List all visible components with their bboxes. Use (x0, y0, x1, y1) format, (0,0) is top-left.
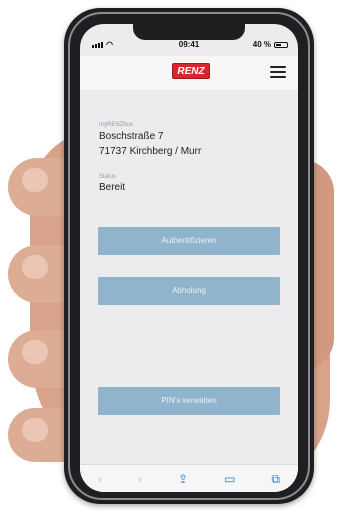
status-value: Bereit (99, 182, 126, 193)
phone-screen: ◠ 09:41 40 % RENZ myRENZbox Boschstraße … (80, 24, 298, 492)
forward-arrow-icon[interactable]: › (138, 472, 142, 486)
address-street: Boschstraße 7 (99, 131, 164, 142)
status-right: 40 % (253, 40, 288, 49)
back-arrow-icon[interactable]: ‹ (98, 472, 102, 486)
section-label: myRENZbox (99, 122, 134, 128)
renz-logo: RENZ (172, 63, 210, 79)
browser-toolbar: ‹ › ⇪ ▭ ⧉ (80, 464, 298, 492)
status-bar: ◠ 09:41 40 % (80, 40, 298, 54)
address-city: 71737 Kirchberg / Murr (99, 146, 202, 157)
app-header: RENZ (80, 56, 298, 90)
status-label: Status (99, 174, 117, 180)
pickup-button[interactable]: Abholung (98, 277, 280, 305)
battery-icon (274, 41, 288, 48)
manage-pins-button[interactable]: PIN's verwalten (98, 387, 280, 415)
hamburger-menu-icon[interactable] (270, 66, 286, 78)
authenticate-button[interactable]: Authentifizieren (98, 227, 280, 255)
share-icon[interactable]: ⇪ (178, 472, 188, 486)
battery-percent: 40 % (252, 40, 271, 49)
device-info: myRENZbox Boschstraße 7 71737 Kirchberg … (99, 122, 289, 193)
tabs-icon[interactable]: ⧉ (271, 472, 280, 487)
phone-notch (133, 24, 245, 40)
bookmarks-icon[interactable]: ▭ (224, 472, 235, 486)
